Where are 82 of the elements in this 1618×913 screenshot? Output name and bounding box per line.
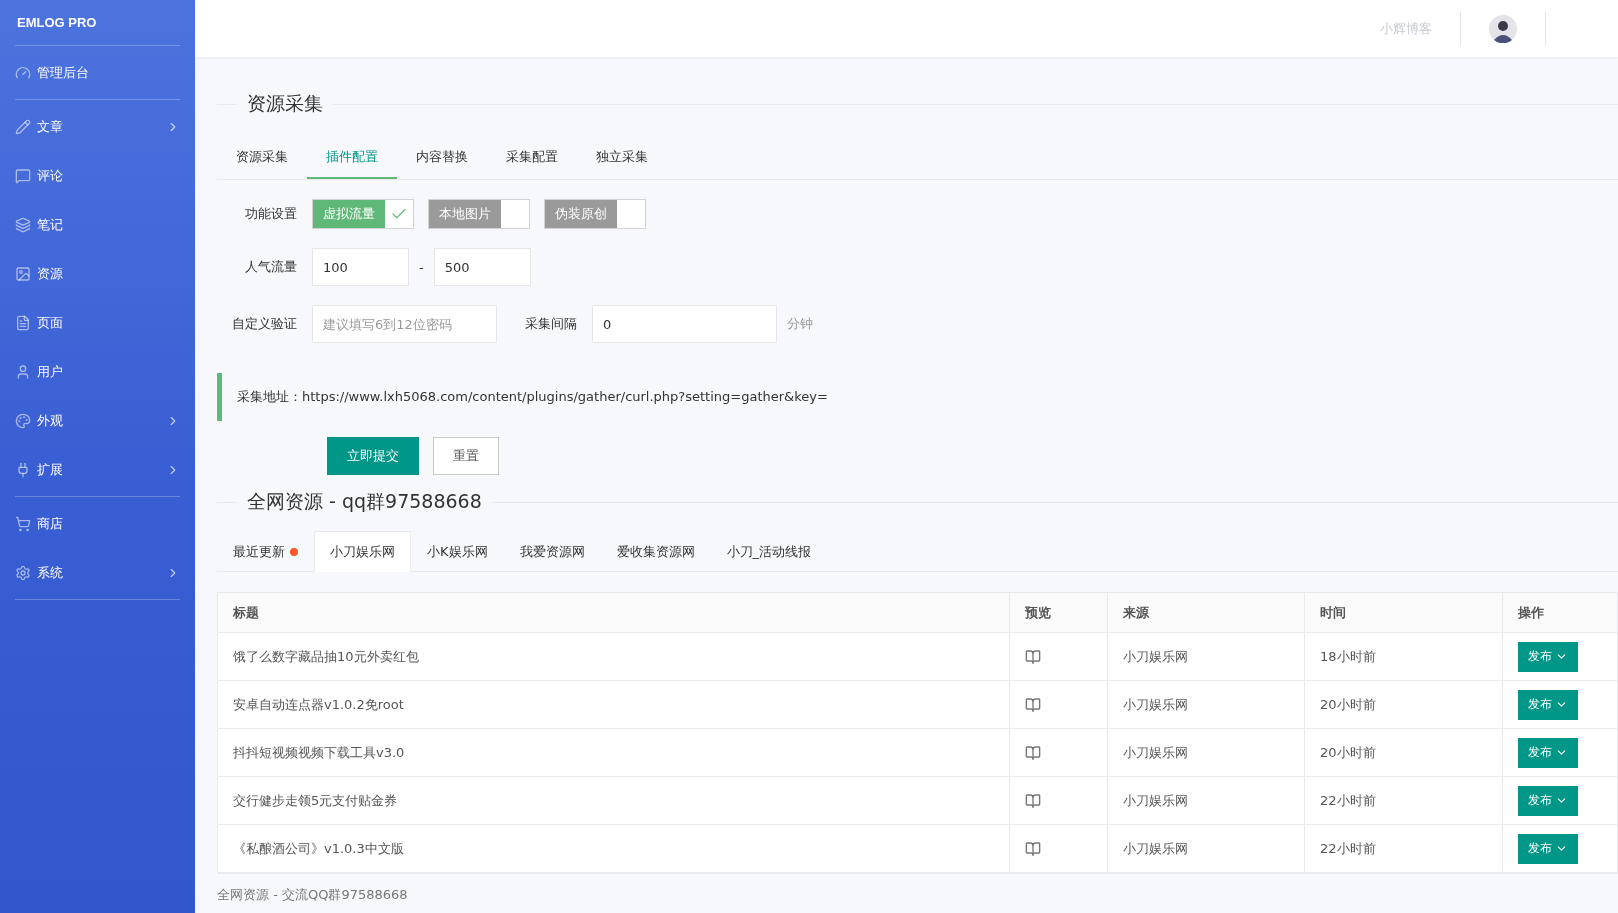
table-cell: 交行健步走领5元支付贴金券 [218,777,1010,825]
sidebar-item[interactable]: 扩展 [15,445,180,494]
book-icon[interactable] [1025,744,1041,761]
tab[interactable]: 内容替换 [397,137,487,179]
gauge-icon [15,64,31,81]
table-cell: 小刀娱乐网 [1108,681,1305,729]
toggle-checkbox[interactable]: 本地图片 [428,199,530,229]
tab[interactable]: 我爱资源网 [503,531,601,572]
palette-icon [15,412,31,429]
publish-button[interactable]: 发布 [1518,737,1578,768]
sidebar-item[interactable]: 资源 [15,249,180,298]
tab[interactable]: 小K娱乐网 [411,531,504,572]
book-icon[interactable] [1025,792,1041,809]
sidebar-item[interactable]: 笔记 [15,200,180,249]
table-cell: 小刀娱乐网 [1108,729,1305,777]
pencil-icon [15,118,31,135]
document-icon [15,314,31,331]
sidebar-item[interactable]: 管理后台 [15,48,180,97]
brand-logo: EMLOG PRO [16,14,98,32]
tab[interactable]: 小刀娱乐网 [314,531,411,572]
field-label: 自定义验证 [231,315,298,333]
table-cell: 饿了么数字藏品抽10元外卖红包 [218,633,1010,681]
column-header: 时间 [1305,593,1503,633]
publish-button[interactable]: 发布 [1518,833,1578,864]
input-field[interactable]: 建议填写6到12位密码 [312,305,497,343]
settings-icon [15,564,31,581]
image-icon [15,265,31,282]
plug-icon [15,461,31,478]
submit-button[interactable]: 立即提交 [327,437,419,475]
sidebar-item[interactable]: 外观 [15,396,180,445]
table-cell: 22小时前 [1305,825,1503,873]
column-header: 预览 [1010,593,1108,633]
publish-button[interactable]: 发布 [1518,785,1578,816]
table-cell: 小刀娱乐网 [1108,777,1305,825]
sidebar-item[interactable]: 商店 [15,499,180,548]
table-cell: 安卓自动连点器v1.0.2免root [218,681,1010,729]
tab[interactable]: 小刀_活动线报 [710,531,828,572]
column-header: 操作 [1503,593,1618,633]
sidebar-item[interactable]: 评论 [15,151,180,200]
column-header: 标题 [218,593,1010,633]
tab[interactable]: 资源采集 [217,137,307,179]
column-header: 来源 [1108,593,1305,633]
avatar-icon[interactable] [1489,14,1517,43]
tab[interactable]: 采集配置 [487,137,577,179]
input-field[interactable]: 500 [433,248,531,286]
notice-quote: 采集地址：https://www.lxh5068.com/content/plugins/gather/curl.php?setting=gather&key= [217,373,1618,421]
unit-label: 分钟 [786,315,813,333]
reset-button[interactable]: 重置 [433,437,499,475]
book-icon[interactable] [1025,696,1041,713]
tab[interactable]: 独立采集 [577,137,667,179]
table-cell: 小刀娱乐网 [1108,825,1305,873]
field-label: 功能设置 [244,205,298,223]
cards-icon [15,216,31,233]
input-field[interactable]: 0 [592,305,777,343]
tab[interactable]: 插件配置 [307,137,397,179]
section-title: 资源采集 [246,91,324,116]
table-cell: 小刀娱乐网 [1108,633,1305,681]
cart-icon [15,515,31,532]
input-field[interactable]: 100 [312,248,409,286]
table-cell: 18小时前 [1305,633,1503,681]
publish-button[interactable]: 发布 [1518,641,1578,672]
field-label: 采集间隔 [524,315,578,333]
sidebar-item[interactable]: 系统 [15,548,180,597]
range-separator: - [418,259,425,275]
table-cell: 20小时前 [1305,681,1503,729]
sidebar-item[interactable]: 文章 [15,102,180,151]
book-icon[interactable] [1025,648,1041,665]
tab[interactable]: 爱收集资源网 [600,531,711,572]
chat-icon [15,167,31,184]
section-title: 全网资源 - qq群97588668 [246,489,483,514]
table-cell: 抖抖短视频视频下载工具v3.0 [218,729,1010,777]
publish-button[interactable]: 发布 [1518,689,1578,720]
sidebar-item[interactable]: 用户 [15,347,180,396]
tab[interactable]: 最近更新 [217,531,314,572]
table-cell: 《私酿酒公司》v1.0.3中文版 [218,825,1010,873]
user-icon [15,363,31,380]
toggle-checkbox[interactable]: 伪装原创 [544,199,646,229]
sidebar-item[interactable]: 页面 [15,298,180,347]
table-cell: 22小时前 [1305,777,1503,825]
table-cell: 20小时前 [1305,729,1503,777]
book-icon[interactable] [1025,840,1041,857]
field-label: 人气流量 [244,258,298,276]
